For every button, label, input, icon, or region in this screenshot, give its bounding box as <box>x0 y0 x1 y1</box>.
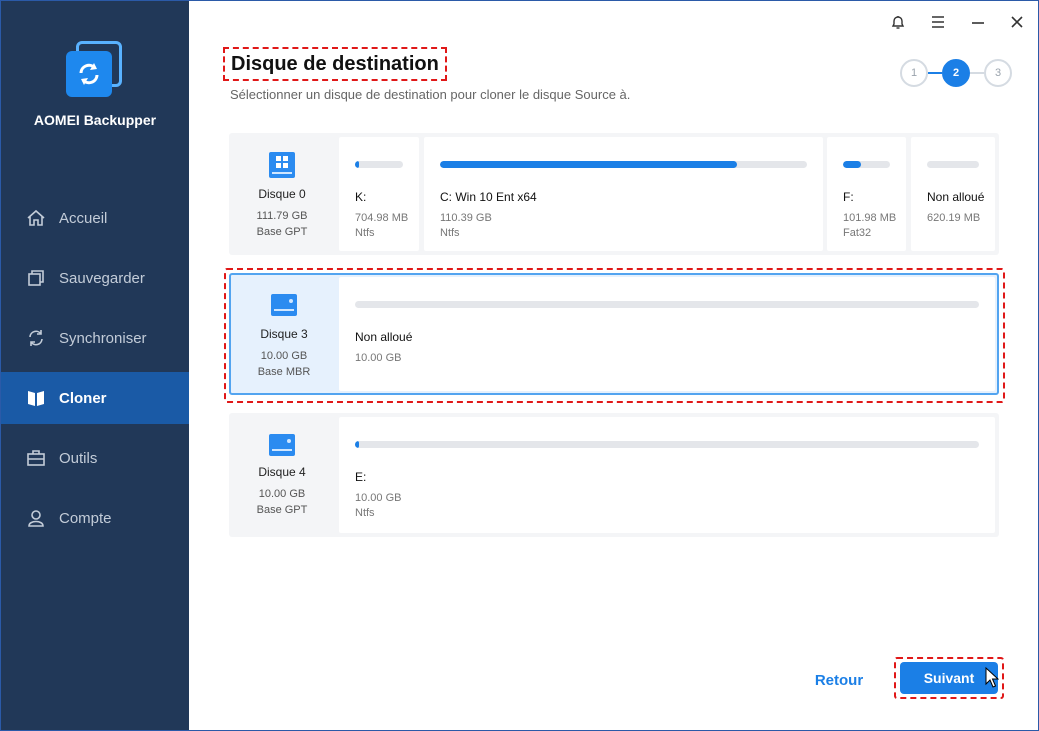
disk-name: Disque 4 <box>258 465 306 479</box>
partition-label: K: <box>355 190 367 204</box>
step-indicator: 1 2 3 <box>900 59 1012 87</box>
hard-disk-icon <box>269 434 295 456</box>
sidebar-item-label: Accueil <box>59 209 108 227</box>
partition-size: 704.98 MB <box>355 212 409 224</box>
partition[interactable]: Non alloué 10.00 GB <box>339 277 995 391</box>
usage-bar <box>355 441 979 448</box>
partition-label: C: Win 10 Ent x64 <box>440 190 537 204</box>
app-window: AOMEI Backupper Accueil Sauvegarder Sync… <box>0 0 1039 731</box>
partition-size: 101.98 MB <box>843 212 897 224</box>
sidebar-nav: Accueil Sauvegarder Synchroniser Cloner <box>1 192 189 552</box>
disk-info: Disque 3 10.00 GB Base MBR <box>231 275 337 393</box>
page-title: Disque de destination <box>231 53 439 75</box>
partition-fs: Ntfs <box>440 227 460 239</box>
back-button[interactable]: Retour <box>807 668 871 692</box>
app-logo <box>64 41 124 101</box>
minimize-icon[interactable] <box>966 10 990 34</box>
partition-label: Non alloué <box>355 330 413 344</box>
disk-type: Base MBR <box>257 366 311 378</box>
sidebar-item-outils[interactable]: Outils <box>1 432 189 484</box>
app-name: AOMEI Backupper <box>33 112 157 128</box>
partition-fs: Ntfs <box>355 507 375 519</box>
sidebar-item-label: Cloner <box>59 389 107 407</box>
sidebar-item-synchroniser[interactable]: Synchroniser <box>1 312 189 364</box>
sidebar-item-label: Compte <box>59 509 112 527</box>
close-icon[interactable] <box>1005 10 1029 34</box>
partition[interactable]: Non alloué 620.19 MB <box>911 137 995 251</box>
step-connector <box>928 72 942 74</box>
sidebar-item-label: Outils <box>59 449 98 467</box>
disk-size: 111.79 GB <box>256 210 308 222</box>
partition-fs: Fat32 <box>843 227 872 239</box>
partition[interactable]: F: 101.98 MB Fat32 <box>827 137 906 251</box>
disk-row-3[interactable]: Disque 3 10.00 GB Base MBR Non alloué 10… <box>229 273 999 395</box>
partition-label: E: <box>355 470 367 484</box>
usage-fill <box>355 161 359 168</box>
disk-size: 10.00 GB <box>260 350 308 362</box>
usage-bar <box>355 301 979 308</box>
step-1: 1 <box>900 59 928 87</box>
disk-row-0[interactable]: Disque 0 111.79 GB Base GPT K: 704.98 MB… <box>229 133 999 255</box>
next-button[interactable]: Suivant <box>900 662 998 694</box>
disk-type: Base GPT <box>256 504 308 516</box>
disk-name: Disque 3 <box>260 327 308 341</box>
bell-icon[interactable] <box>886 10 910 34</box>
toolbox-icon <box>25 447 47 469</box>
hard-disk-icon <box>269 152 295 178</box>
sync-arrows-icon <box>66 51 112 97</box>
step-2: 2 <box>942 59 970 87</box>
sidebar-item-label: Sauvegarder <box>59 269 145 287</box>
partition-size: 10.00 GB <box>355 492 402 504</box>
sidebar-item-cloner[interactable]: Cloner <box>1 372 189 424</box>
home-icon <box>25 207 47 229</box>
usage-fill <box>440 161 738 168</box>
disk-size: 10.00 GB <box>258 488 306 500</box>
page-subtitle: Sélectionner un disque de destination po… <box>230 87 631 102</box>
user-icon <box>25 507 47 529</box>
title-highlight: Disque de destination <box>223 47 447 81</box>
usage-fill <box>355 441 359 448</box>
partition-label: F: <box>843 190 854 204</box>
partition-size: 110.39 GB <box>440 212 492 224</box>
disk-info: Disque 4 10.00 GB Base GPT <box>229 413 335 537</box>
sidebar-item-compte[interactable]: Compte <box>1 492 189 544</box>
sync-icon <box>25 327 47 349</box>
disk-name: Disque 0 <box>258 187 306 201</box>
partition-size: 10.00 GB <box>355 352 402 364</box>
mouse-cursor-icon <box>985 667 999 688</box>
partition[interactable]: E: 10.00 GB Ntfs <box>339 417 995 533</box>
partition-label: Non alloué <box>927 190 985 204</box>
usage-bar <box>843 161 890 168</box>
step-connector <box>970 72 984 74</box>
sidebar-item-sauvegarder[interactable]: Sauvegarder <box>1 252 189 304</box>
clone-icon <box>25 387 47 409</box>
disk-type: Base GPT <box>256 226 308 238</box>
partition[interactable]: K: 704.98 MB Ntfs <box>339 137 419 251</box>
hamburger-menu-icon[interactable] <box>926 10 950 34</box>
usage-bar <box>927 161 979 168</box>
sidebar-item-accueil[interactable]: Accueil <box>1 192 189 244</box>
partition-fs: Ntfs <box>355 227 375 239</box>
disk-row-4[interactable]: Disque 4 10.00 GB Base GPT E: 10.00 GB N… <box>229 413 999 537</box>
partition-size: 620.19 MB <box>927 212 981 224</box>
sidebar: AOMEI Backupper Accueil Sauvegarder Sync… <box>1 1 189 730</box>
usage-fill <box>843 161 861 168</box>
partition[interactable]: C: Win 10 Ent x64 110.39 GB Ntfs <box>424 137 823 251</box>
copy-icon <box>25 267 47 289</box>
usage-bar <box>440 161 807 168</box>
usage-bar <box>355 161 403 168</box>
step-3: 3 <box>984 59 1012 87</box>
disk-info: Disque 0 111.79 GB Base GPT <box>229 133 335 255</box>
sidebar-item-label: Synchroniser <box>59 329 147 347</box>
hard-disk-icon <box>271 294 297 316</box>
